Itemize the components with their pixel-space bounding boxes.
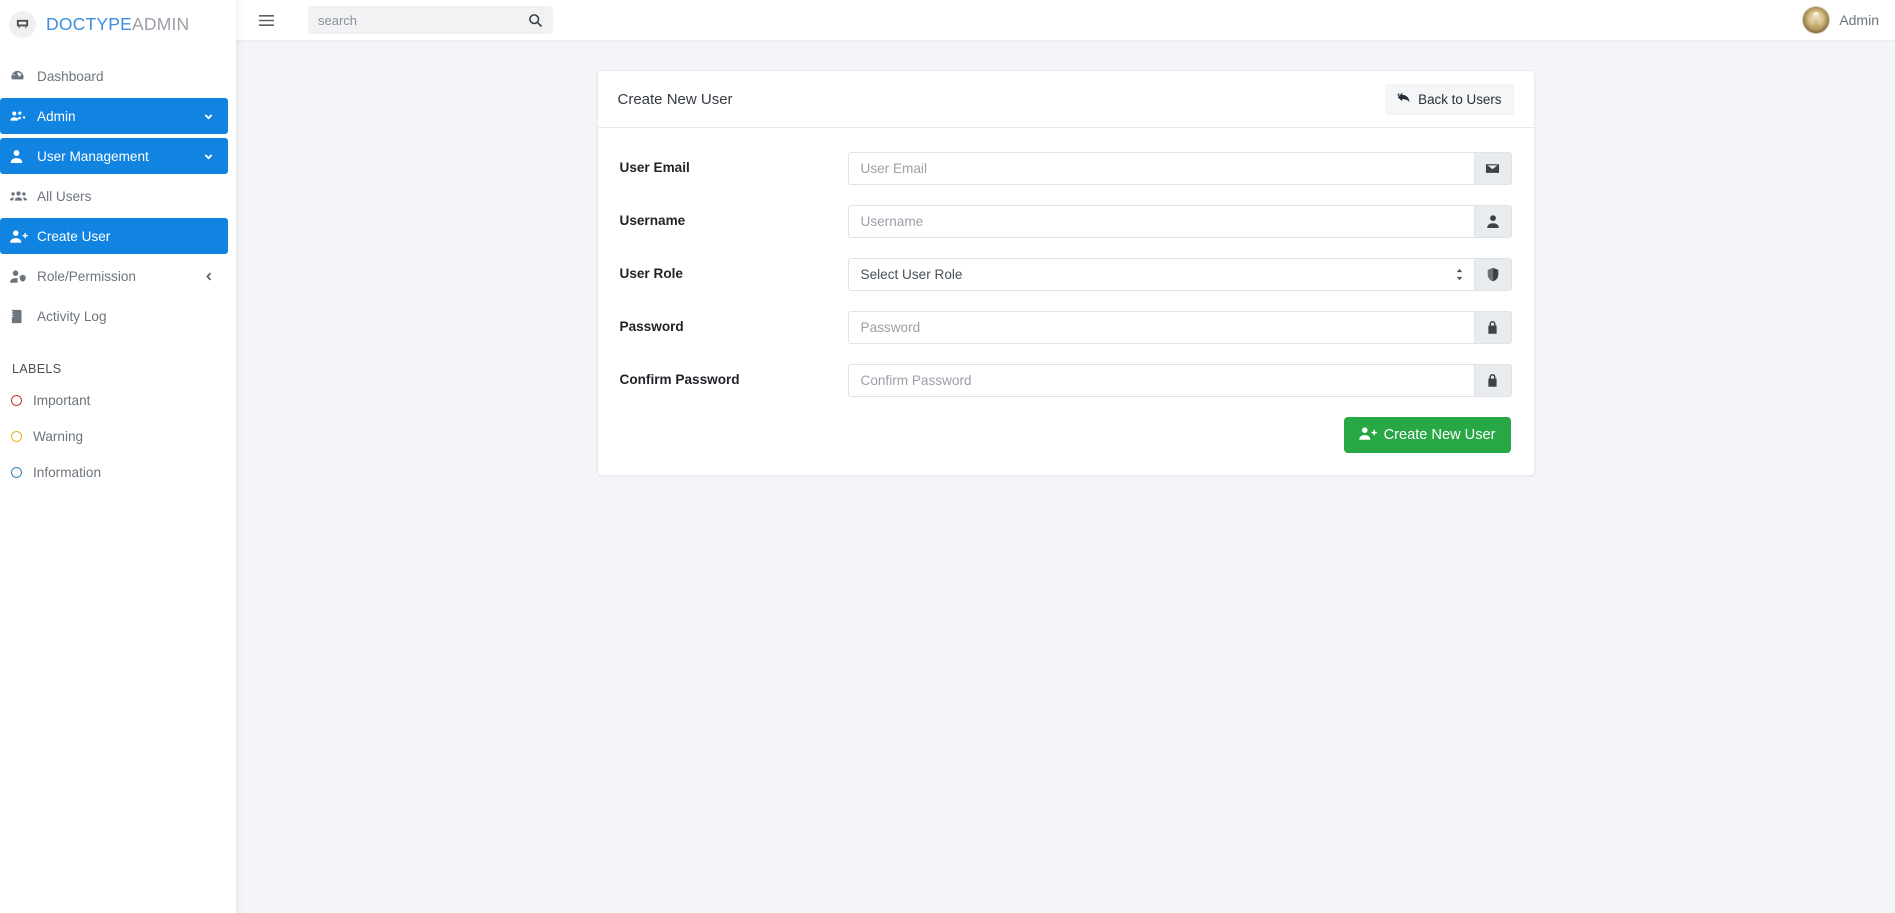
label-item-warning[interactable]: Warning: [0, 418, 236, 454]
sidebar-item-role-permission[interactable]: Role/Permission: [0, 258, 228, 294]
circle-icon: [11, 430, 22, 442]
user-menu[interactable]: Admin: [1802, 6, 1879, 34]
main-area: Admin Create New User Back to Users: [236, 0, 1895, 913]
sidebar-item-activity-log[interactable]: Activity Log: [0, 298, 228, 334]
topbar: Admin: [236, 0, 1895, 40]
input-group-password: [847, 311, 1512, 344]
user-plus-icon: [1358, 426, 1377, 445]
user-role-select-wrap: Select User Role: [847, 258, 1474, 291]
sidebar: DOCTYPEADMIN Dashboard Admin User Manage…: [0, 0, 236, 913]
sidebar-item-label: Activity Log: [37, 308, 107, 324]
sidebar-item-label: Admin: [37, 108, 76, 124]
back-to-users-label: Back to Users: [1418, 91, 1502, 107]
input-group-user-role: Select User Role: [847, 258, 1512, 291]
sidebar-item-admin[interactable]: Admin: [0, 98, 228, 134]
envelope-icon[interactable]: [1473, 152, 1512, 185]
brand[interactable]: DOCTYPEADMIN: [0, 4, 236, 44]
users-icon: [10, 189, 32, 203]
brand-name-primary: DOCTYPE: [46, 13, 132, 34]
lock-icon[interactable]: [1473, 311, 1512, 344]
field-label: Confirm Password: [619, 372, 740, 387]
sidebar-item-label: Create User: [37, 228, 111, 244]
user-plus-icon: [10, 229, 32, 244]
sidebar-nav: Dashboard Admin User Management All User…: [0, 58, 236, 334]
form-row-confirm-password: Confirm Password: [620, 364, 1512, 397]
search-box[interactable]: [308, 6, 553, 34]
field-label: User Email: [619, 160, 690, 175]
shield-icon[interactable]: [1473, 258, 1512, 291]
label-item-text: Warning: [33, 428, 84, 444]
confirm-password-input[interactable]: [847, 364, 1474, 397]
field-label: User Role: [619, 266, 683, 281]
sidebar-item-label: User Management: [37, 148, 149, 164]
book-icon: [10, 309, 32, 324]
sidebar-item-label: All Users: [37, 188, 92, 204]
sidebar-item-label: Role/Permission: [37, 268, 136, 284]
user-role-select[interactable]: Select User Role: [847, 258, 1474, 291]
search-icon[interactable]: [528, 13, 543, 28]
label-item-text: Important: [33, 392, 91, 408]
chevron-down-icon[interactable]: [203, 151, 214, 162]
dashboard-icon: [10, 69, 32, 84]
label-item-text: Information: [33, 464, 102, 480]
sidebar-item-user-management[interactable]: User Management: [0, 138, 228, 174]
hamburger-icon[interactable]: [250, 9, 283, 32]
sidebar-item-dashboard[interactable]: Dashboard: [0, 58, 228, 94]
back-to-users-button[interactable]: Back to Users: [1385, 83, 1514, 115]
chevron-left-icon[interactable]: [204, 271, 214, 282]
user-icon: [10, 149, 32, 164]
input-group-user-email: [847, 152, 1512, 185]
circle-icon: [11, 394, 22, 406]
form-actions: Create New User: [620, 417, 1512, 453]
sidebar-item-label: Dashboard: [37, 68, 104, 84]
form-row-user-role: User Role Select User Role: [620, 258, 1512, 291]
create-new-user-label: Create New User: [1383, 427, 1496, 443]
content-area: Create New User Back to Users User Email…: [236, 40, 1895, 913]
create-new-user-button[interactable]: Create New User: [1343, 417, 1511, 453]
brand-text: DOCTYPEADMIN: [46, 14, 189, 35]
username-input[interactable]: [847, 205, 1474, 238]
doctype-logo-icon: [9, 10, 36, 38]
chevron-down-icon[interactable]: [203, 111, 214, 122]
card-header: Create New User Back to Users: [597, 71, 1534, 128]
input-group-confirm-password: [847, 364, 1512, 397]
circle-icon: [11, 466, 22, 478]
label-item-information[interactable]: Information: [0, 454, 236, 490]
input-group-username: [847, 205, 1512, 238]
form-row-user-email: User Email: [620, 152, 1512, 185]
labels-heading: LABELS: [12, 362, 62, 376]
field-label: Password: [619, 319, 684, 334]
label-item-important[interactable]: Important: [0, 382, 236, 418]
search-input[interactable]: [318, 12, 528, 28]
avatar: [1802, 6, 1831, 34]
user-icon[interactable]: [1473, 205, 1512, 238]
form-row-username: Username: [620, 205, 1512, 238]
app-root: DOCTYPEADMIN Dashboard Admin User Manage…: [0, 0, 1895, 913]
reply-icon: [1397, 91, 1411, 107]
field-label: Username: [619, 213, 686, 228]
sidebar-item-all-users[interactable]: All Users: [0, 178, 228, 214]
users-cog-icon: [10, 109, 32, 124]
user-shield-icon: [10, 269, 32, 284]
card-body: User Email Username: [598, 128, 1534, 475]
password-input[interactable]: [847, 311, 1474, 344]
brand-name-secondary: ADMIN: [132, 13, 190, 34]
user-name: Admin: [1839, 12, 1879, 28]
form-row-password: Password: [620, 311, 1512, 344]
lock-icon[interactable]: [1473, 364, 1512, 397]
page-title: Create New User: [617, 90, 733, 108]
sidebar-item-create-user[interactable]: Create User: [0, 218, 228, 254]
create-user-card: Create New User Back to Users User Email…: [596, 70, 1535, 476]
user-email-input[interactable]: [847, 152, 1474, 185]
